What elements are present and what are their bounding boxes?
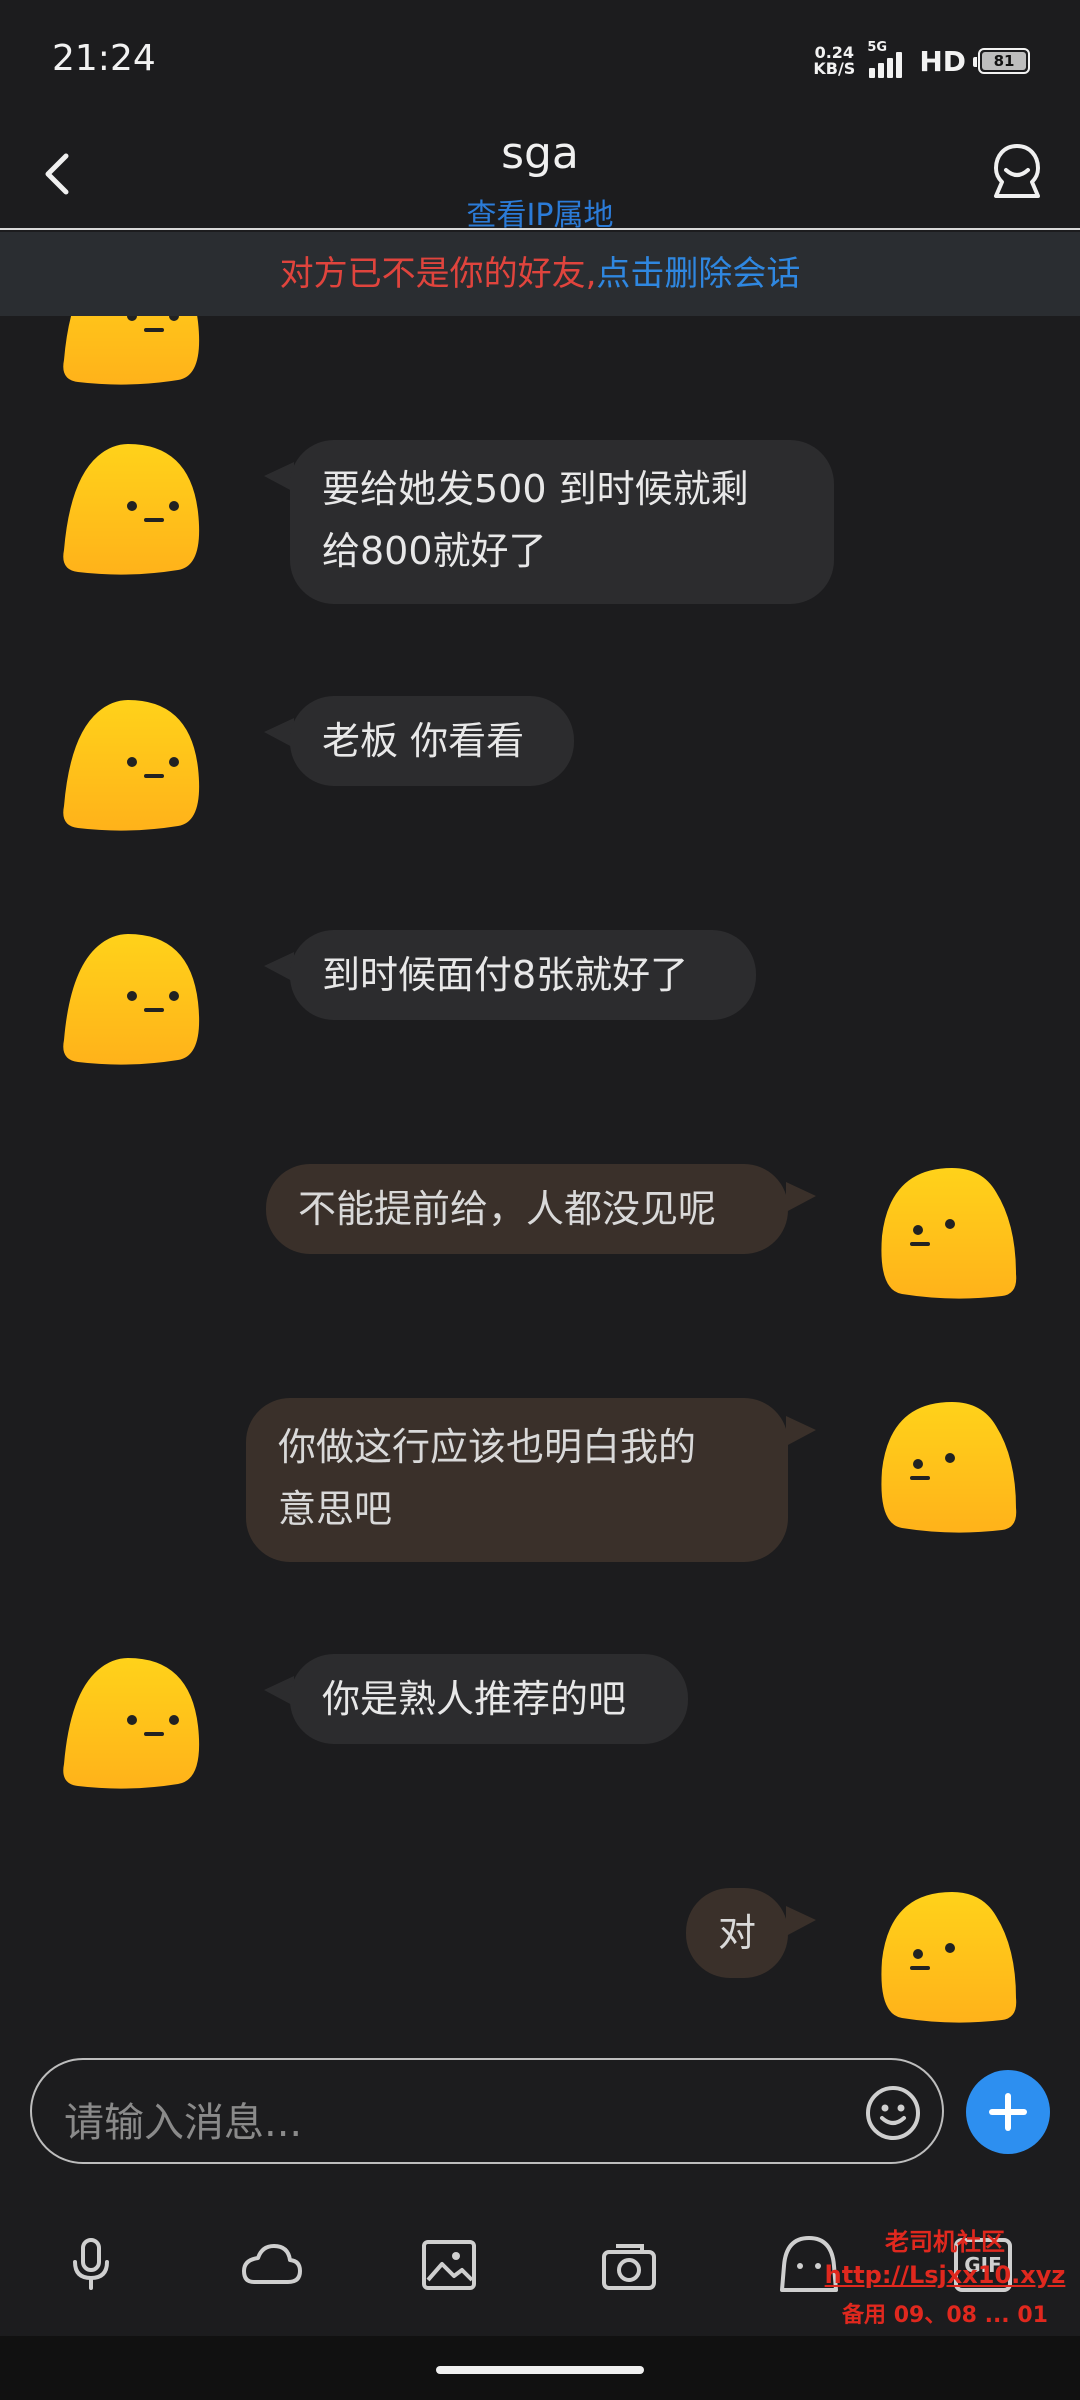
message-line: 到时候面付8张就好了 bbox=[322, 953, 689, 997]
hd-label: HD bbox=[919, 44, 966, 78]
home-indicator[interactable] bbox=[436, 2366, 644, 2374]
avatar[interactable] bbox=[58, 440, 204, 576]
bubble-tail bbox=[786, 1906, 816, 1936]
plus-icon bbox=[989, 2093, 1027, 2131]
message-bubble[interactable]: 不能提前给，人都没见呢 bbox=[266, 1164, 788, 1254]
message-line: 不能提前给，人都没见呢 bbox=[298, 1187, 717, 1231]
status-icons: 0.24 KB/S 5G HD 81 bbox=[813, 40, 1030, 78]
input-bar: 请输入消息... bbox=[0, 2050, 1080, 2170]
microphone-icon[interactable] bbox=[56, 2230, 126, 2300]
bubble-tail bbox=[786, 1416, 816, 1446]
emoji-icon[interactable] bbox=[864, 2084, 922, 2142]
avatar[interactable] bbox=[58, 696, 204, 832]
watermark-line: 备用 09、08 ... 01 bbox=[842, 2303, 1048, 2328]
message-bubble[interactable]: 你做这行应该也明白我的 意思吧 bbox=[246, 1398, 788, 1562]
message-bubble[interactable]: 老板 你看看 bbox=[290, 696, 574, 786]
avatar bbox=[61, 316, 202, 386]
message-bubble[interactable]: 对 bbox=[686, 1888, 788, 1978]
not-friend-warning: 对方已不是你的好友, bbox=[279, 254, 597, 294]
view-ip-location-link[interactable]: 查看IP属地 bbox=[0, 190, 1080, 234]
profile-button[interactable] bbox=[984, 138, 1050, 204]
navigation-bar bbox=[0, 2336, 1080, 2400]
chat-title[interactable]: sga bbox=[0, 128, 1080, 179]
cloud-icon[interactable] bbox=[236, 2230, 306, 2300]
message-line: 老板 你看看 bbox=[322, 719, 525, 763]
message-list[interactable]: 要给她发500 到时候就剩 给800就好了 老板 你看看 到时候面付8张就好了 … bbox=[0, 316, 1080, 2050]
message-line: 对 bbox=[718, 1911, 757, 1955]
battery-level: 81 bbox=[982, 52, 1026, 70]
avatar[interactable] bbox=[58, 930, 204, 1066]
network-speed-unit: KB/S bbox=[813, 59, 856, 78]
message-input[interactable]: 请输入消息... bbox=[30, 2058, 944, 2164]
message-bubble[interactable]: 到时候面付8张就好了 bbox=[290, 930, 756, 1020]
message-bubble[interactable]: 你是熟人推荐的吧 bbox=[290, 1654, 688, 1744]
message-line: 要给她发500 到时候就剩 bbox=[322, 467, 749, 511]
message-line: 你是熟人推荐的吧 bbox=[322, 1677, 627, 1721]
avatar[interactable] bbox=[876, 1164, 1022, 1300]
profile-icon bbox=[994, 144, 1040, 198]
message-line: 意思吧 bbox=[278, 1487, 393, 1531]
delete-conversation-link[interactable]: 点击删除会话 bbox=[596, 254, 800, 294]
signal-icon: 5G bbox=[867, 40, 907, 78]
image-icon[interactable] bbox=[414, 2230, 484, 2300]
watermark: 老司机社区 http://Lsjxx10.xyz 备用 09、08 ... 01 bbox=[820, 2222, 1070, 2342]
message-line: 你做这行应该也明白我的 bbox=[278, 1425, 697, 1469]
watermark-line: 老司机社区 bbox=[885, 2228, 1005, 2256]
avatar[interactable] bbox=[876, 1398, 1022, 1534]
watermark-link: http://Lsjxx10.xyz bbox=[824, 2261, 1066, 2289]
chat-header: sga 查看IP属地 bbox=[0, 120, 1080, 233]
message-input-placeholder: 请输入消息... bbox=[64, 2100, 303, 2146]
network-speed: 0.24 KB/S bbox=[813, 45, 855, 77]
avatar[interactable] bbox=[58, 1654, 204, 1790]
add-button[interactable] bbox=[966, 2070, 1050, 2154]
not-friend-notice: 对方已不是你的好友,点击删除会话 bbox=[0, 232, 1080, 316]
message-line: 给800就好了 bbox=[322, 529, 547, 573]
camera-icon[interactable] bbox=[594, 2230, 664, 2300]
bubble-tail bbox=[786, 1182, 816, 1212]
message-bubble[interactable]: 要给她发500 到时候就剩 给800就好了 bbox=[290, 440, 834, 604]
status-bar: 21:24 0.24 KB/S 5G HD 81 bbox=[0, 0, 1080, 120]
avatar[interactable] bbox=[876, 1888, 1022, 2024]
status-time: 21:24 bbox=[52, 38, 156, 79]
battery-icon: 81 bbox=[973, 48, 1030, 74]
